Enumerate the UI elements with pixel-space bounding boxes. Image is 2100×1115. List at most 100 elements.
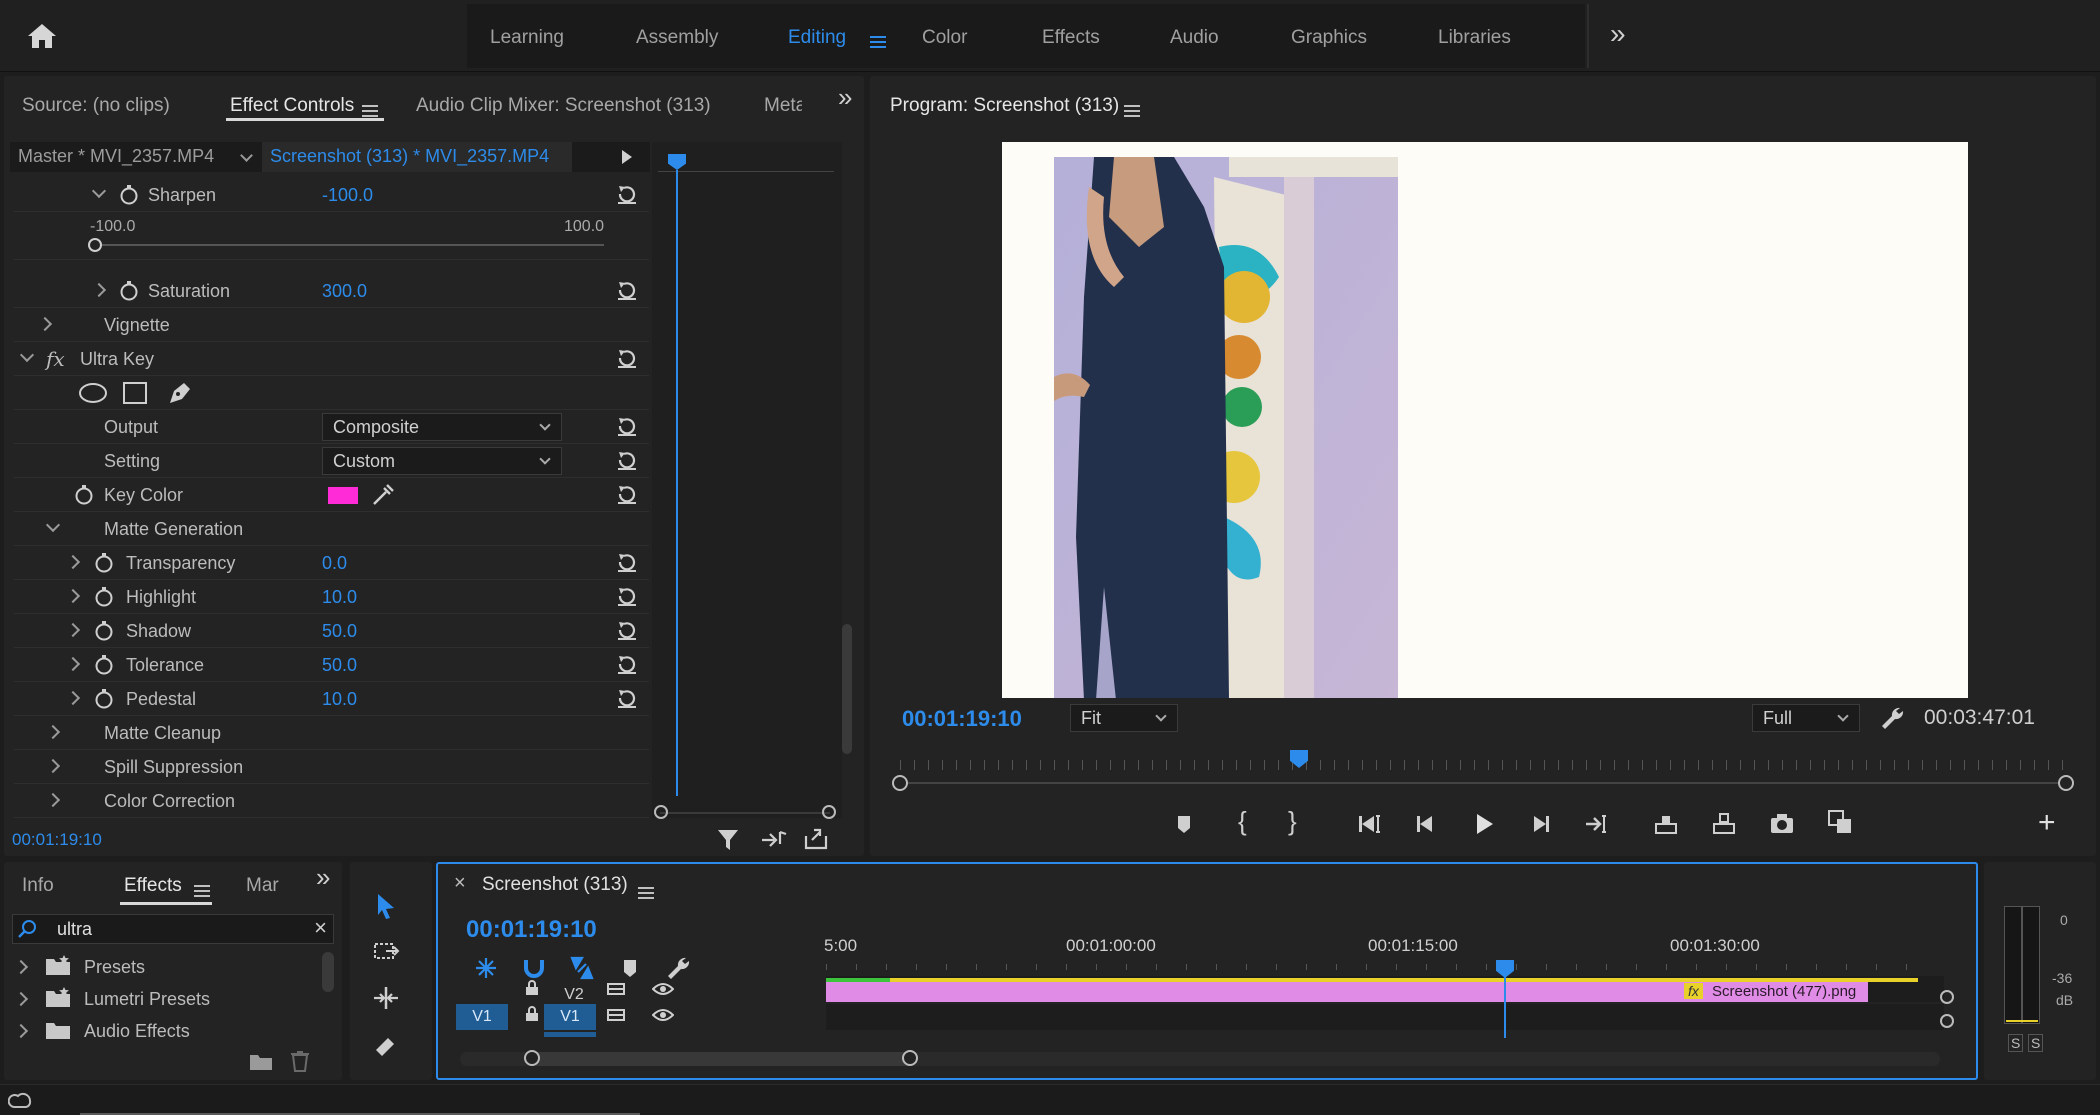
tab-info[interactable]: Info [22,864,54,908]
lock-icon[interactable] [524,980,540,996]
workspace-learning[interactable]: Learning [490,0,564,72]
export-frame-icon[interactable] [1768,810,1796,838]
reset-icon[interactable] [615,278,639,302]
track-scroll-handle[interactable] [1940,1014,1954,1028]
master-clip-label[interactable]: Master * MVI_2357.MP4 [18,146,214,167]
saturation-value[interactable]: 300.0 [322,274,367,308]
reset-icon[interactable] [615,448,639,472]
fit-dropdown[interactable]: Fit [1070,704,1178,732]
reset-icon[interactable] [615,652,639,676]
workspace-audio[interactable]: Audio [1170,0,1219,72]
stopwatch-icon[interactable] [74,485,94,505]
collapse-chevron[interactable] [45,517,61,533]
play-icon[interactable] [1470,810,1498,838]
home-icon[interactable] [26,22,58,50]
program-menu-icon[interactable] [1124,100,1140,121]
ec-zoom-handle-left[interactable] [654,805,668,819]
expand-chevron[interactable] [91,282,107,298]
effects-list-item[interactable]: Lumetri Presets [10,984,320,1014]
param-value[interactable]: 50.0 [322,614,357,648]
step-forward-icon[interactable] [1526,810,1554,838]
snap-icon[interactable] [520,954,548,982]
razor-tool-icon[interactable] [372,1030,400,1058]
creative-cloud-icon[interactable] [8,1091,32,1109]
export-icon[interactable] [802,826,830,852]
reset-icon[interactable] [615,584,639,608]
timeline-zoom-handle-left[interactable] [524,1050,540,1066]
expand-chevron[interactable] [37,316,53,332]
slider-handle[interactable] [88,238,102,252]
go-to-in-icon[interactable] [1356,810,1384,838]
timeline-timecode[interactable]: 00:01:19:10 [466,916,597,944]
lock-icon[interactable] [524,1006,540,1022]
add-button-icon[interactable]: + [2038,806,2056,840]
program-title[interactable]: Program: Screenshot (313) [890,84,1119,128]
tab-source[interactable]: Source: (no clips) [22,84,170,128]
tab-effect-controls[interactable]: Effect Controls [230,84,354,128]
collapse-chevron[interactable] [19,347,35,363]
effects-scrollbar[interactable] [322,952,334,992]
expand-chevron[interactable] [65,588,81,604]
timeline-title[interactable]: Screenshot (313) [482,874,628,896]
panel-overflow-icon[interactable]: » [838,82,852,113]
comparison-view-icon[interactable] [1826,808,1854,836]
program-scrub-start[interactable] [892,775,908,791]
mark-in-icon[interactable]: { [1238,806,1247,837]
clip-screenshot-477[interactable]: fx Screenshot (477).png [826,982,1868,1002]
reset-icon[interactable] [615,550,639,574]
pen-mask-icon[interactable] [166,379,194,407]
active-clip-label[interactable]: Screenshot (313) * MVI_2357.MP4 [270,146,549,167]
expand-chevron[interactable] [65,690,81,706]
wrench-icon[interactable] [1878,704,1906,732]
add-marker-icon[interactable] [616,954,644,982]
track-select-tool-icon[interactable] [372,938,400,966]
stopwatch-icon[interactable] [94,621,114,641]
effects-list-item[interactable]: Presets [10,952,320,982]
tab-audio-clip-mixer[interactable]: Audio Clip Mixer: Screenshot (313) [416,84,711,128]
workspace-color[interactable]: Color [922,0,967,72]
filter-icon[interactable] [716,828,742,852]
video-frame[interactable] [1002,142,1968,698]
reset-icon[interactable] [615,182,639,206]
expand-chevron[interactable] [45,792,61,808]
workspace-libraries[interactable]: Libraries [1438,0,1511,72]
track-scroll-handle[interactable] [1940,990,1954,1004]
reset-icon[interactable] [615,346,639,370]
selection-tool-icon[interactable] [372,892,400,920]
rectangle-mask-icon[interactable] [122,381,148,405]
stopwatch-icon[interactable] [94,689,114,709]
step-back-icon[interactable] [1412,810,1440,838]
effects-overflow-icon[interactable]: » [316,862,330,893]
search-input[interactable]: ultra [57,919,92,940]
param-value[interactable]: 10.0 [322,682,357,716]
solo-button-left[interactable]: S [2008,1034,2024,1052]
trash-icon[interactable] [290,1050,310,1072]
param-value[interactable]: 0.0 [322,546,347,580]
expand-chevron[interactable] [65,554,81,570]
audio-loop-icon[interactable] [760,828,788,852]
effects-list-item[interactable]: Audio Effects [10,1016,320,1046]
tab-metadata[interactable]: Meta [764,84,802,128]
expand-chevron[interactable] [45,724,61,740]
new-bin-icon[interactable] [248,1052,274,1072]
ec-scrollbar-thumb[interactable] [842,624,852,754]
timeline-settings-wrench-icon[interactable] [664,954,692,982]
workspace-overflow-icon[interactable]: » [1610,18,1626,50]
expand-chevron[interactable] [65,622,81,638]
param-value[interactable]: 10.0 [322,580,357,614]
mark-out-icon[interactable]: } [1288,806,1297,837]
stopwatch-icon[interactable] [119,185,139,205]
go-to-out-icon[interactable] [1582,810,1610,838]
program-timecode[interactable]: 00:01:19:10 [902,706,1022,732]
workspace-editing[interactable]: Editing [788,0,846,72]
timeline-zoom-thumb[interactable] [530,1052,914,1066]
reset-icon[interactable] [615,618,639,642]
program-scrub-end[interactable] [2058,775,2074,791]
param-value[interactable]: 50.0 [322,648,357,682]
search-field[interactable]: ultra × [12,914,334,944]
close-tab-icon[interactable]: × [454,872,466,895]
ec-timecode[interactable]: 00:01:19:10 [12,830,102,850]
nest-toggle-icon[interactable] [472,954,500,982]
eyedropper-icon[interactable] [370,482,396,508]
sync-lock-icon[interactable] [606,981,626,997]
